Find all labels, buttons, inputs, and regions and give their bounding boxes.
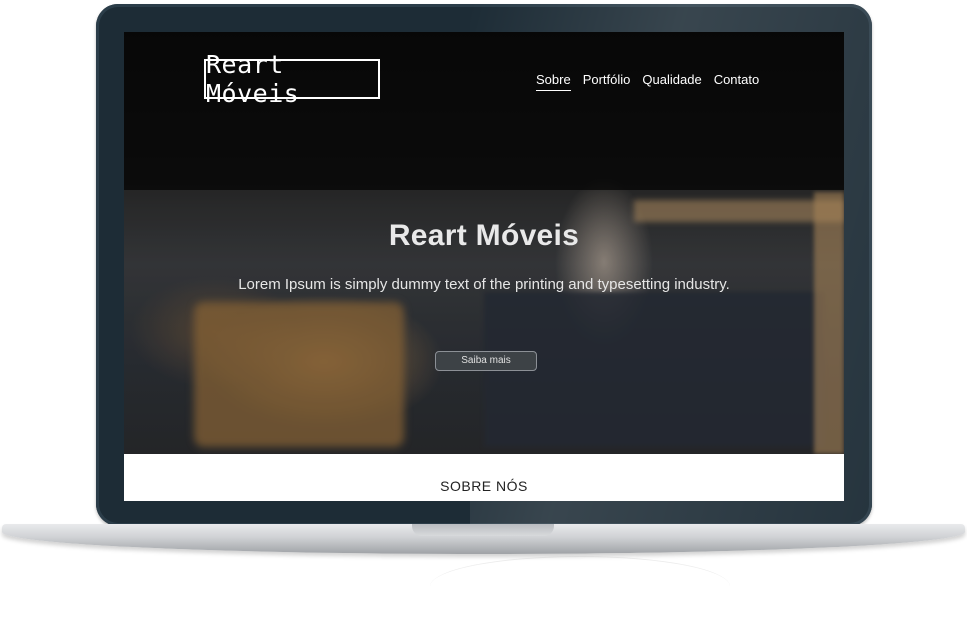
hero-subtitle: Lorem Ipsum is simply dummy text of the … (238, 276, 730, 293)
laptop-screen: Reart Móveis Sobre Portfólio Qualidade C… (124, 32, 844, 501)
reflection-curve (430, 556, 730, 617)
nav-item-contato[interactable]: Contato (714, 72, 760, 90)
main-nav: Sobre Portfólio Qualidade Contato (536, 72, 759, 94)
logo-text: Reart Móveis (206, 50, 300, 108)
saiba-mais-button[interactable]: Saiba mais (435, 351, 537, 371)
about-title: SOBRE NÓS (440, 478, 528, 494)
nav-item-sobre[interactable]: Sobre (536, 72, 571, 91)
nav-item-qualidade[interactable]: Qualidade (642, 72, 701, 90)
site-logo[interactable]: Reart Móveis (204, 50, 380, 108)
nav-item-portfolio[interactable]: Portfólio (583, 72, 631, 90)
laptop-hinge-notch (412, 524, 554, 536)
about-section: SOBRE NÓS (124, 454, 844, 501)
hero-title: Reart Móveis (388, 219, 580, 252)
